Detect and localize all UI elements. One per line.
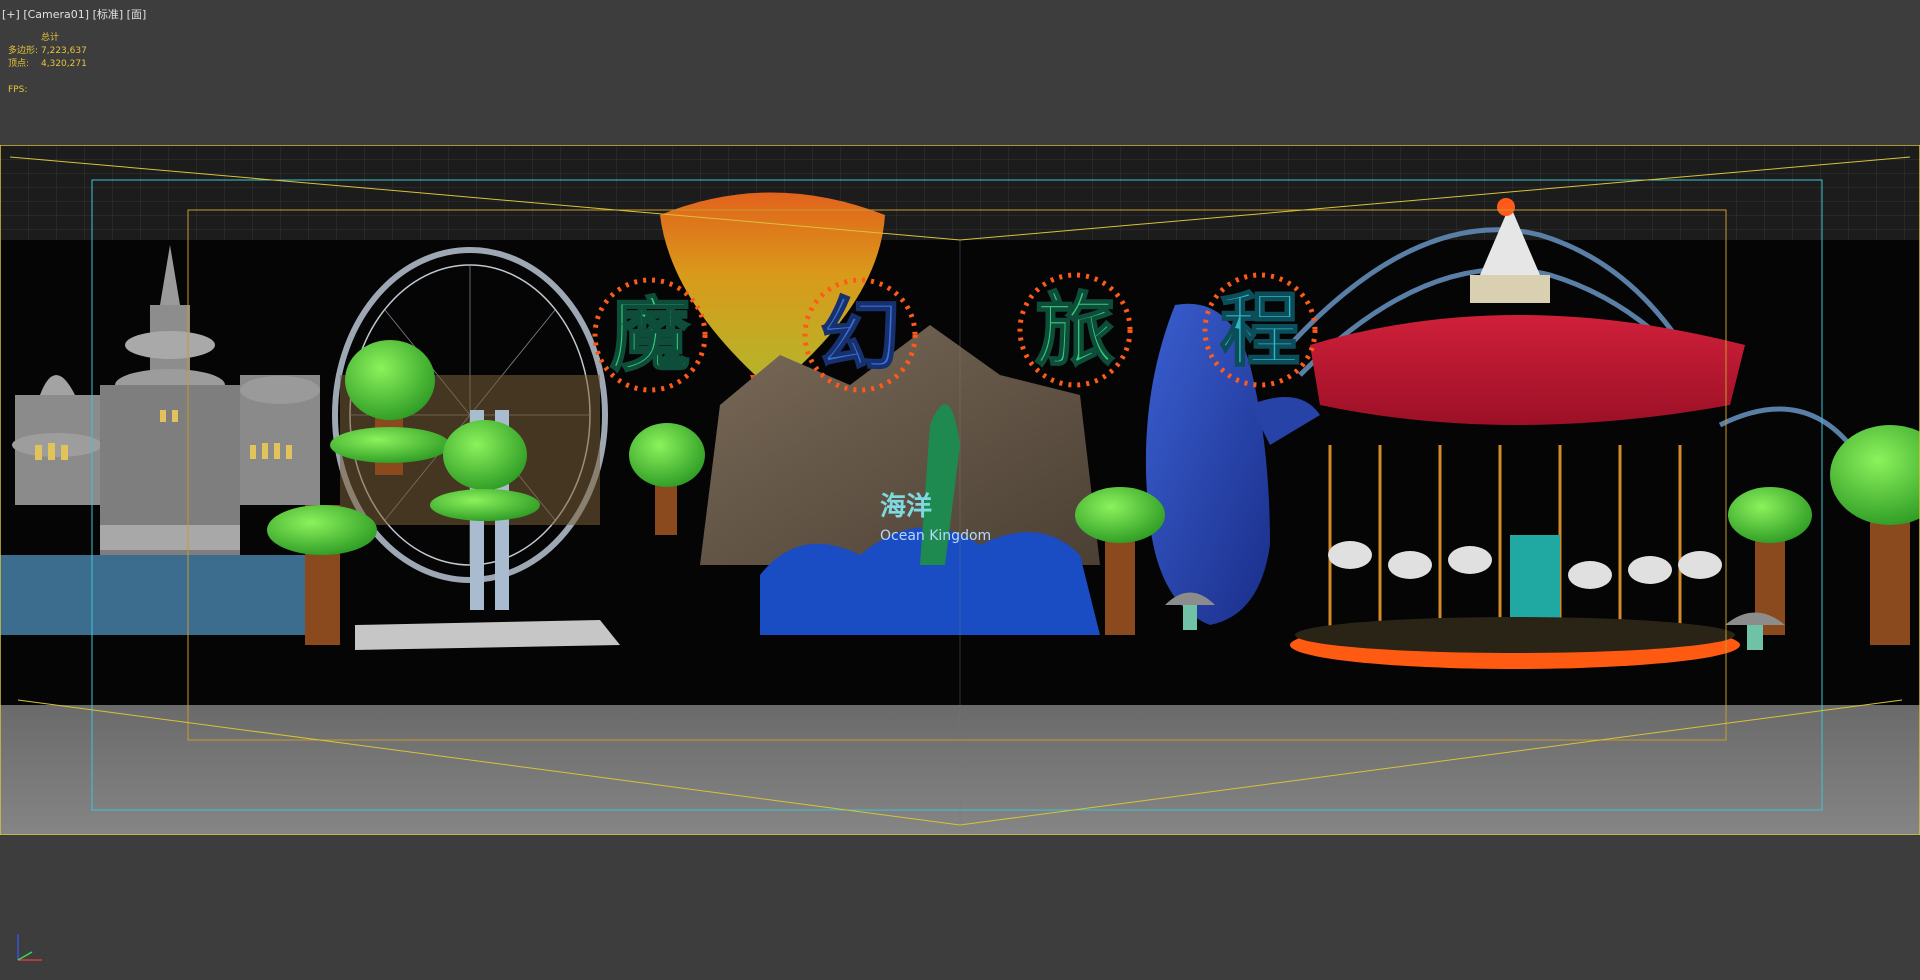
sign-char-1: 魔 <box>592 277 708 393</box>
viewport-menu-shading[interactable]: [标准] <box>93 8 124 21</box>
statistics-overlay: 总计 多边形: 7,223,637 顶点: 4,320,271 FPS: <box>8 32 87 97</box>
stats-polys-label: 多边形: <box>8 46 39 56</box>
stats-polys-value: 7,223,637 <box>41 46 87 56</box>
sign-char-3-text: 旅 <box>1035 284 1115 377</box>
viewport-menu-camera[interactable]: [Camera01] <box>23 8 89 21</box>
sign-char-2-text: 幻 <box>820 289 900 382</box>
sign-char-4-text: 程 <box>1220 284 1300 377</box>
stats-verts-label: 顶点: <box>8 59 30 69</box>
stats-fps-label: FPS: <box>8 85 28 95</box>
stats-verts-row: 顶点: 4,320,271 <box>8 58 87 71</box>
ocean-sign-text: 海洋 <box>880 491 932 522</box>
sign-char-4: 程 <box>1202 272 1318 388</box>
sign-char-3: 旅 <box>1017 272 1133 388</box>
stats-verts-value: 4,320,271 <box>41 59 87 69</box>
sign-char-1-text: 魔 <box>610 289 690 382</box>
axis-gizmo <box>17 934 42 961</box>
rendered-scene[interactable]: 海洋 Ocean Kingdom 魔 幻 旅 程 <box>0 145 1920 835</box>
viewport-menu-mode[interactable]: [面] <box>127 8 147 21</box>
ceiling-grid <box>0 145 1920 240</box>
sign-char-2: 幻 <box>802 277 918 393</box>
stats-total-header: 总计 <box>41 33 60 43</box>
stats-polys-row: 多边形: 7,223,637 <box>8 45 87 58</box>
viewport-menu-plus[interactable]: [+] <box>2 8 20 21</box>
ocean-sign-subtext: Ocean Kingdom <box>880 528 991 544</box>
viewport-label-menu[interactable]: [+] [Camera01] [标准] [面] <box>2 6 146 22</box>
camera-viewport[interactable]: [+] [Camera01] [标准] [面] 总计 多边形: 7,223,63… <box>0 0 1920 980</box>
